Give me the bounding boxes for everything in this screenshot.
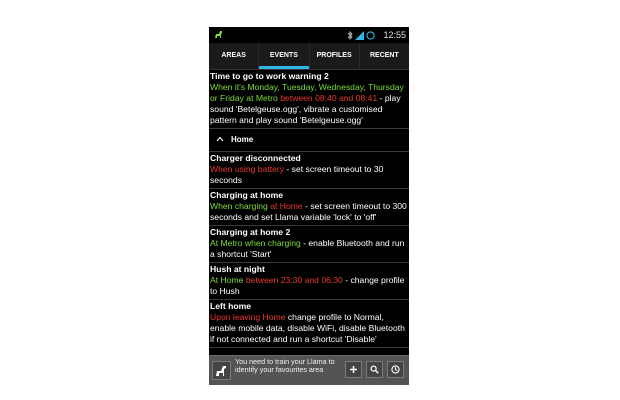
event-title: Hush at night (210, 264, 265, 274)
event-condition: When using battery (210, 164, 285, 174)
event-item[interactable]: Charging at home 2 At Metro when chargin… (209, 226, 409, 263)
events-list[interactable]: Time to go to work warning 2 When it's M… (209, 70, 409, 355)
event-description: Upon leaving Home change profile to Norm… (210, 312, 409, 345)
signal-icon (355, 30, 364, 40)
group-header-home[interactable]: Home (209, 129, 409, 152)
event-description: At Home between 23:30 and 06:30 - change… (210, 275, 409, 297)
llama-app-icon (215, 31, 222, 38)
clock-icon (391, 365, 400, 374)
event-title: Charger disconnected (210, 153, 301, 163)
event-title: Charging at home (210, 190, 284, 200)
add-button[interactable] (345, 361, 362, 378)
group-label: Home (231, 135, 254, 144)
history-button[interactable] (387, 361, 404, 378)
status-bar: 12:55 (209, 27, 409, 43)
status-icons (347, 30, 375, 40)
event-item[interactable]: Charging at home When charging at Home -… (209, 189, 409, 226)
event-description: When charging at Home - set screen timeo… (210, 201, 409, 223)
event-location-condition: at Home (267, 201, 303, 211)
llama-train-icon[interactable] (212, 361, 231, 380)
event-item[interactable]: Left home Upon leaving Home change profi… (209, 300, 409, 348)
bottom-action-bar: You need to train your Llama to identify… (209, 355, 409, 385)
battery-icon (366, 30, 375, 40)
search-icon (370, 365, 379, 374)
tab-areas[interactable]: AREAS (209, 43, 260, 69)
event-condition: At Home (210, 275, 244, 285)
phone-screen: 12:55 AREAS EVENTS PROFILES RECENT Time … (209, 27, 409, 385)
tab-bar: AREAS EVENTS PROFILES RECENT (209, 43, 409, 70)
search-button[interactable] (366, 361, 383, 378)
event-title: Charging at home 2 (210, 227, 291, 237)
tab-profiles[interactable]: PROFILES (310, 43, 360, 69)
event-condition: When charging (210, 201, 268, 211)
train-llama-message: You need to train your Llama to identify… (235, 357, 335, 375)
event-condition: At Metro when charging (210, 238, 301, 248)
event-title: Left home (210, 301, 252, 311)
event-time-condition: between 23:30 and 06:30 (243, 275, 343, 285)
event-title: Time to go to work warning 2 (210, 71, 329, 81)
llama-icon (216, 366, 226, 376)
plus-icon (350, 366, 357, 373)
event-description: At Metro when charging - enable Bluetoot… (210, 238, 409, 260)
event-item[interactable]: Time to go to work warning 2 When it's M… (209, 70, 409, 129)
event-time-condition: between 08:40 and 08:41 (277, 93, 378, 103)
event-item[interactable]: Hush at night At Home between 23:30 and … (209, 263, 409, 300)
bluetooth-icon (347, 30, 353, 40)
event-description: When it's Monday, Tuesday, Wednesday, Th… (210, 82, 409, 126)
tab-events[interactable]: EVENTS (259, 43, 310, 69)
tab-recent[interactable]: RECENT (360, 43, 409, 69)
chevron-up-icon (216, 136, 224, 142)
event-description: When using battery - set screen timeout … (210, 164, 409, 186)
event-item[interactable]: Charger disconnected When using battery … (209, 152, 409, 189)
status-clock: 12:55 (383, 30, 406, 40)
event-condition: Upon leaving Home (210, 312, 286, 322)
